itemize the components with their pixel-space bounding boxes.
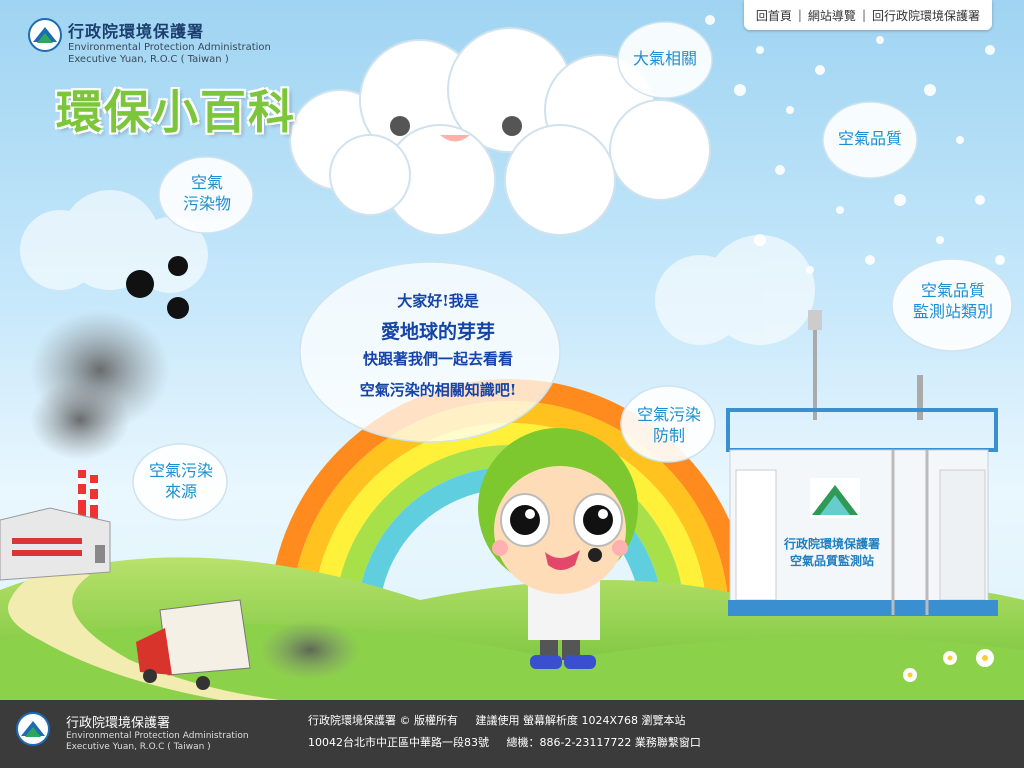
- bubble-label: 空氣品質: [920, 281, 985, 300]
- footer: 行政院環境保護署 Environmental Protection Admini…: [0, 700, 1024, 768]
- footer-org-zh: 行政院環境保護署: [66, 716, 171, 731]
- nav-separator: |: [797, 8, 802, 22]
- speech-line-2: 愛地球的芽芽: [380, 321, 495, 343]
- bubble-label: 空氣污染: [636, 405, 701, 424]
- bubble-pollution-sources[interactable]: 空氣污染 來源: [140, 460, 222, 502]
- speech-line-4: 空氣污染的相關知識吧!: [359, 381, 517, 399]
- bubble-station-types[interactable]: 空氣品質 監測站類別: [898, 280, 1008, 322]
- brand-title: 環保小百科: [56, 85, 296, 139]
- speech-line-3: 快跟著我們一起去看看: [362, 350, 513, 368]
- bubble-label: 污染物: [182, 194, 231, 213]
- org-name-en-2: Executive Yuan, R.O.C ( Taiwan ): [68, 54, 229, 65]
- footer-info: 行政院環境保護署 © 版權所有 建議使用 螢幕解析度 1024X768 瀏覽本站…: [308, 710, 715, 754]
- footer-resolution: 建議使用 螢幕解析度 1024X768 瀏覽本站: [475, 714, 686, 727]
- bubble-label: 空氣品質: [837, 129, 902, 148]
- bubble-air-pollutants[interactable]: 空氣 污染物: [166, 172, 248, 214]
- bubble-air-related[interactable]: 大氣相關: [624, 48, 706, 69]
- epa-logo-icon: [16, 712, 50, 746]
- bubble-air-quality[interactable]: 空氣品質: [828, 128, 912, 149]
- footer-org-en-2: Executive Yuan, R.O.C ( Taiwan ): [66, 742, 211, 752]
- header-logo[interactable]: 行政院環境保護署 Environmental Protection Admini…: [28, 18, 271, 66]
- speech-line-1: 大家好!我是: [397, 292, 479, 310]
- bubble-label: 監測站類別: [912, 302, 993, 321]
- org-name-en-1: Environmental Protection Administration: [68, 42, 271, 53]
- back-epa-link[interactable]: 回行政院環境保護署: [872, 7, 980, 24]
- footer-org-en-1: Environmental Protection Administration: [66, 731, 249, 741]
- footer-address: 10042台北市中正區中華路一段83號: [308, 736, 489, 749]
- main-scene: 回首頁 | 網站導覽 | 回行政院環境保護署 行政院環境保護署 Environm…: [0, 0, 1024, 700]
- bubble-label: 空氣污染: [148, 461, 213, 480]
- epa-logo-icon: [28, 18, 62, 52]
- footer-phone: 總機：886-2-23117722 業務聯繫窗口: [506, 736, 701, 749]
- bubble-label: 大氣相關: [632, 49, 697, 68]
- footer-logo: 行政院環境保護署 Environmental Protection Admini…: [16, 712, 249, 753]
- station-sign-line-2: 空氣品質監測站: [789, 554, 874, 568]
- sitemap-link[interactable]: 網站導覽: [808, 7, 856, 24]
- bubble-label: 空氣: [190, 173, 223, 192]
- bubble-pollution-prevention[interactable]: 空氣污染 防制: [628, 404, 710, 446]
- org-name-zh: 行政院環境保護署: [68, 22, 205, 41]
- footer-copyright: 行政院環境保護署 © 版權所有: [308, 714, 458, 727]
- top-nav: 回首頁 | 網站導覽 | 回行政院環境保護署: [743, 0, 992, 30]
- bubble-label: 來源: [164, 482, 197, 501]
- nav-separator: |: [861, 8, 866, 22]
- bubble-label: 防制: [652, 426, 685, 445]
- station-sign-line-1: 行政院環境保護署: [783, 537, 880, 551]
- intro-speech: 大家好!我是 愛地球的芽芽 快跟著我們一起去看看 空氣污染的相關知識吧!: [330, 290, 546, 400]
- home-link[interactable]: 回首頁: [756, 7, 792, 24]
- factory: [0, 470, 111, 581]
- air-quality-station: [726, 310, 998, 616]
- station-sign: 行政院環境保護署 空氣品質監測站: [772, 536, 892, 570]
